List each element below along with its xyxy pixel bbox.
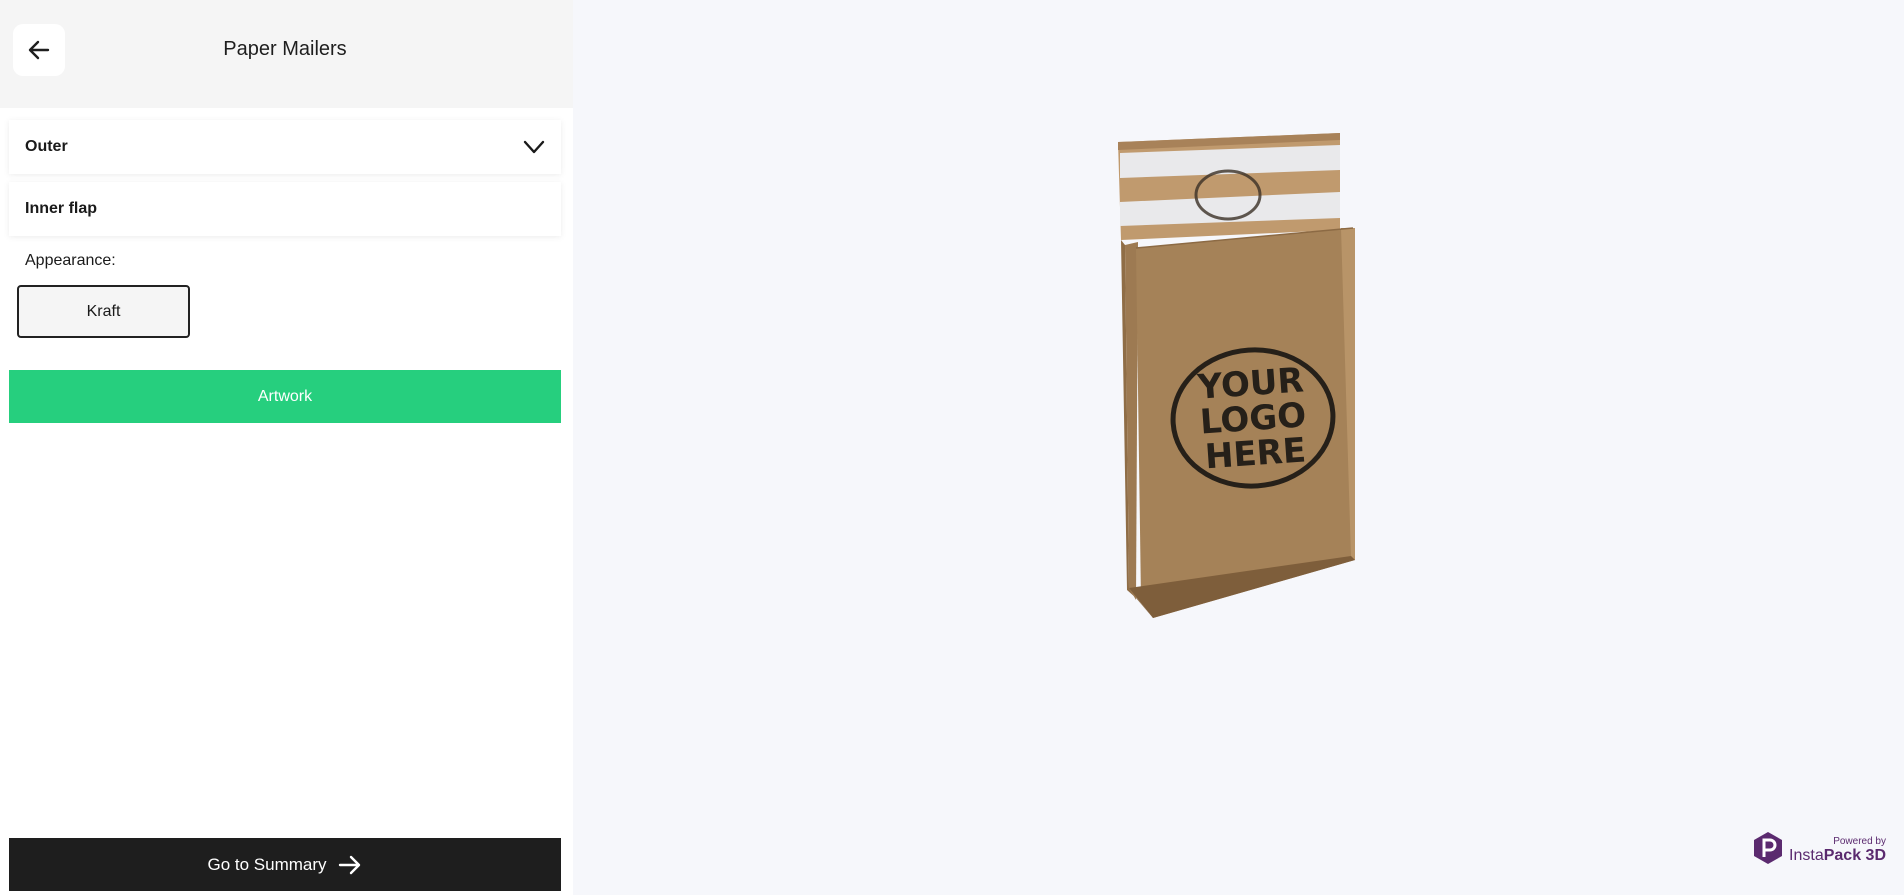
- brand-name: InstaPack 3D: [1789, 847, 1886, 864]
- instapack-logo-icon: [1754, 832, 1783, 864]
- go-to-summary-label: Go to Summary: [207, 854, 327, 874]
- powered-by-text: Powered by: [1833, 836, 1886, 847]
- 3d-viewer[interactable]: YOUR LOGO HERE Powered by InstaPack 3D: [573, 0, 1904, 895]
- artwork-button[interactable]: Artwork: [9, 370, 561, 423]
- sidebar-header: Paper Mailers: [0, 0, 573, 108]
- configurator-sidebar: Paper Mailers Outer Inner flap Appearanc…: [0, 0, 573, 895]
- outer-accordion[interactable]: Outer: [9, 120, 561, 174]
- logo-text-line-3: HERE: [1204, 430, 1308, 477]
- inner-flap-accordion-label: Inner flap: [25, 200, 98, 217]
- go-to-summary-button[interactable]: Go to Summary: [9, 838, 561, 891]
- arrow-right-icon: [338, 855, 360, 874]
- page-title: Paper Mailers: [223, 38, 347, 60]
- mailer-3d-model[interactable]: YOUR LOGO HERE: [573, 0, 1904, 895]
- chevron-down-icon[interactable]: [521, 134, 547, 160]
- outer-accordion-label: Outer: [25, 138, 68, 155]
- powered-by-badge: Powered by InstaPack 3D: [1753, 831, 1886, 865]
- appearance-label: Appearance:: [25, 252, 116, 269]
- appearance-option-kraft[interactable]: Kraft: [17, 285, 190, 338]
- inner-flap-accordion[interactable]: Inner flap: [9, 182, 561, 236]
